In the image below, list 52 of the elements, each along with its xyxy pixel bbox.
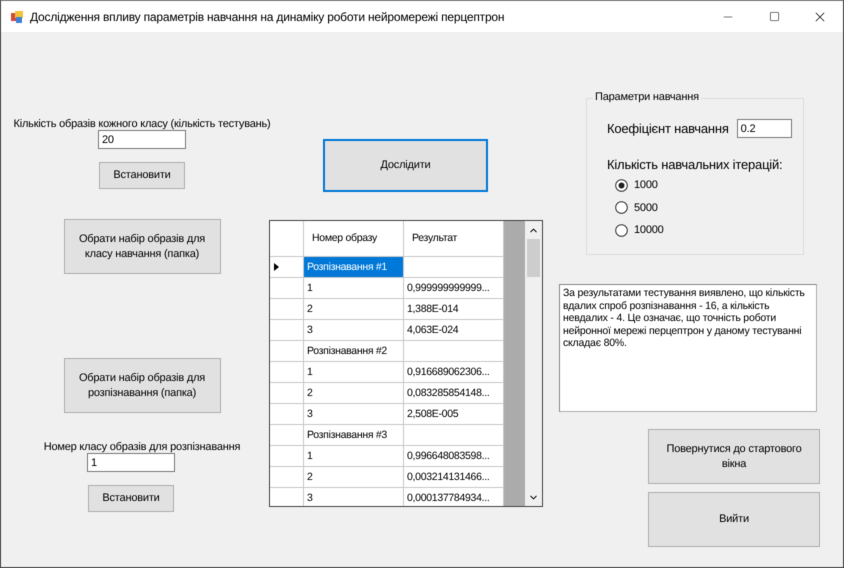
research-button[interactable]: Дослідити [323, 139, 488, 192]
row-header[interactable] [270, 257, 304, 278]
input-field[interactable]: 1 [87, 453, 175, 472]
table-cell[interactable]: Розпізнавання #1 [304, 257, 404, 278]
field-label: Номер класу образів для розпізнавання [44, 441, 240, 453]
column-header[interactable]: Номер образу [304, 221, 404, 257]
table-cell[interactable]: Розпізнавання #3 [304, 425, 404, 446]
table-cell[interactable]: 4,063E-024 [404, 320, 504, 341]
set-button[interactable]: Встановити [88, 485, 174, 512]
group-title: Параметри навчання [593, 91, 701, 103]
table-cell[interactable]: 2 [304, 299, 404, 320]
column-header[interactable]: Результат [404, 221, 504, 257]
back-button[interactable]: Повернутися до стартового вікна [648, 429, 820, 484]
field-label: Кількість образів кожного класу (кількість тестувань) [14, 118, 271, 130]
table-cell[interactable]: 3 [304, 320, 404, 341]
window-title: Дослідження впливу параметрів навчання на динаміку роботи нейромережі перцептрон [30, 10, 506, 24]
table-cell[interactable]: 3 [304, 488, 404, 506]
radio-option[interactable]: 10000 [615, 219, 803, 242]
table-cell[interactable]: 1,388E-014 [404, 299, 504, 320]
table-cell[interactable] [404, 257, 504, 278]
folder-button[interactable]: Обрати набір образів для розпізнавання (папка) [64, 358, 220, 413]
table-cell[interactable]: 0,000137784934... [404, 488, 504, 506]
table-cell[interactable]: 0,916689062306... [404, 362, 504, 383]
radio-option[interactable]: 5000 [615, 196, 803, 219]
field-label: Кількість навчальних ітерацій: [607, 157, 784, 172]
table-cell[interactable]: 0,999999999999... [404, 278, 504, 299]
radio-option[interactable]: 1000 [615, 174, 803, 196]
table-cell[interactable]: 0,996648083598... [404, 446, 504, 467]
input-field[interactable]: 20 [98, 130, 186, 149]
maximize-icon[interactable] [768, 11, 780, 22]
input-field[interactable]: 0.2 [736, 119, 792, 138]
table-cell[interactable]: 3 [304, 404, 404, 425]
field-label: Коефіцієнт навчання [607, 121, 729, 136]
table-cell[interactable]: 2 [304, 467, 404, 488]
table-cell[interactable]: 2 [304, 383, 404, 404]
table-cell[interactable]: 2,508E-005 [404, 404, 504, 425]
result-text: За результатами тестування виявлено, що кількість вдалих спроб розпізнавання - 16, а кількість невдалих - 4. Це означає, що точність роботи нейронної мережі перцептрон у даному тестуванні складає 80%. [559, 284, 817, 412]
app-icon [10, 10, 24, 24]
table-cell[interactable]: 1 [304, 362, 404, 383]
table-cell[interactable]: Розпізнавання #2 [304, 341, 404, 362]
current-row-icon [274, 263, 279, 271]
table-cell[interactable]: 0,003214131466... [404, 467, 504, 488]
table-cell[interactable]: 1 [304, 278, 404, 299]
table-cell[interactable] [404, 341, 504, 362]
scroll-thumb[interactable] [527, 239, 540, 277]
table-cell[interactable]: 1 [304, 446, 404, 467]
table-cell[interactable]: 0,083285854148... [404, 383, 504, 404]
table-cell[interactable] [404, 425, 504, 446]
set-button[interactable]: Встановити [99, 162, 185, 189]
folder-button[interactable]: Обрати набір образів для класу навчання (папка) [64, 219, 220, 274]
exit-button[interactable]: Вийти [648, 492, 820, 547]
scrollbar[interactable] [525, 221, 542, 506]
